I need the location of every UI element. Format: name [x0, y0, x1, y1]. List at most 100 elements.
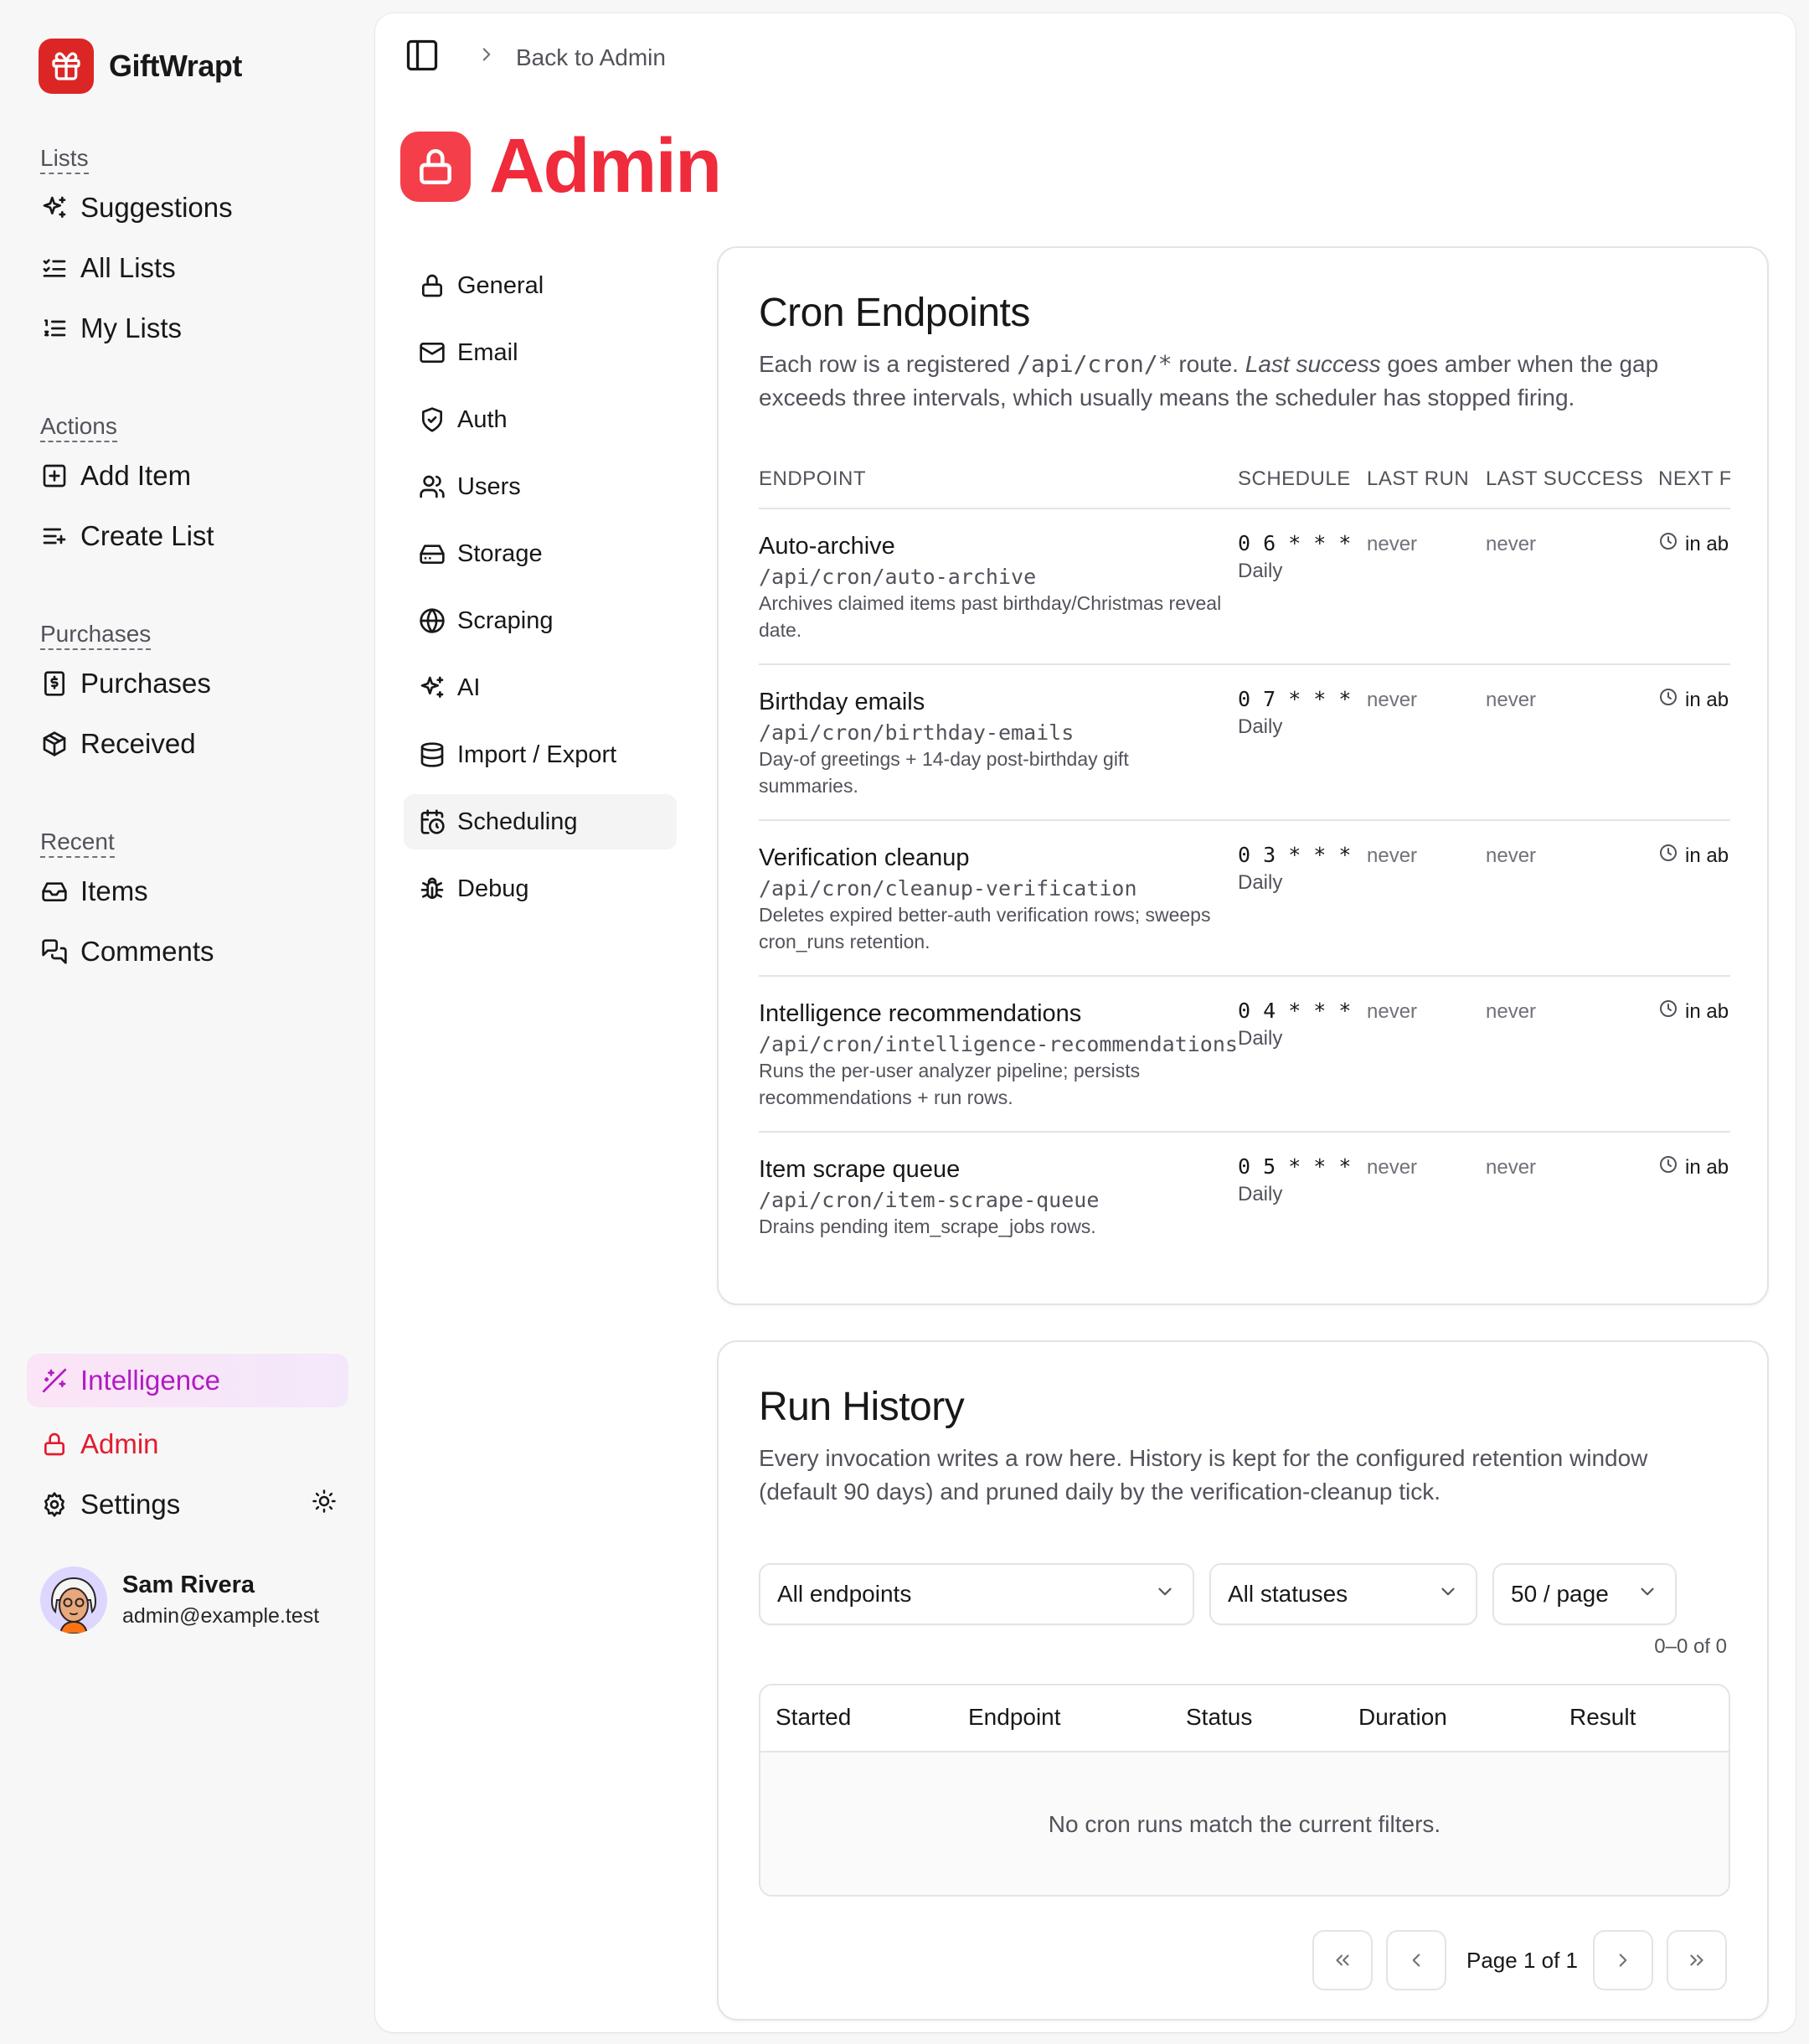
brand[interactable]: GiftWrapt: [39, 39, 242, 94]
sidebar-item-my-lists[interactable]: My Lists: [40, 298, 233, 359]
prev-page-button[interactable]: [1386, 1930, 1446, 1990]
users-icon: [420, 475, 445, 498]
col-status[interactable]: Status: [1186, 1704, 1252, 1731]
admin-nav-debug[interactable]: Debug: [404, 861, 677, 916]
nav-group-recent: Recent Items Comments: [40, 828, 214, 982]
col-next[interactable]: NEXT F: [1658, 467, 1730, 491]
lock-icon: [400, 131, 471, 202]
table-row[interactable]: Intelligence recommendations/api/cron/in…: [759, 977, 1730, 1133]
last-success: never: [1486, 689, 1537, 711]
bug-icon: [420, 877, 444, 899]
admin-nav-general[interactable]: General: [404, 258, 677, 313]
cron-schedule: 0 4 * * *: [1238, 999, 1352, 1023]
cron-table: ENDPOINT SCHEDULE LAST RUN LAST SUCCESS …: [759, 456, 1730, 1288]
page-title-text: Admin: [489, 123, 722, 209]
schedule-frequency: Daily: [1238, 715, 1283, 738]
endpoint-name: Intelligence recommendations: [759, 1000, 1082, 1027]
sidebar-toggle-icon[interactable]: [404, 37, 441, 78]
admin-nav-import-export[interactable]: Import / Export: [404, 727, 677, 782]
endpoint-description: Drains pending item_scrape_jobs rows.: [759, 1216, 1096, 1237]
admin-nav-label: Scheduling: [457, 808, 578, 835]
user-menu[interactable]: Sam Rivera admin@example.test: [40, 1567, 319, 1634]
admin-nav-scheduling[interactable]: Scheduling: [404, 794, 677, 849]
sidebar-item-items[interactable]: Items: [40, 861, 214, 921]
sidebar-item-label: Suggestions: [80, 192, 233, 223]
col-schedule[interactable]: SCHEDULE: [1238, 467, 1351, 491]
col-started[interactable]: Started: [776, 1704, 851, 1731]
admin-nav-label: General: [457, 271, 544, 299]
admin-nav-users[interactable]: Users: [404, 459, 677, 514]
user-email: admin@example.test: [122, 1604, 320, 1628]
endpoint-path: /api/cron/cleanup-verification: [759, 876, 1137, 901]
run-history-table: Started Endpoint Status Duration Result …: [759, 1684, 1730, 1897]
endpoint-filter-select[interactable]: All endpoints: [759, 1563, 1194, 1625]
table-row[interactable]: Verification cleanup/api/cron/cleanup-ve…: [759, 821, 1730, 977]
next-run: in ab: [1658, 999, 1729, 1025]
nav-group-purchases: Purchases Purchases Received: [40, 620, 211, 774]
sidebar-item-comments[interactable]: Comments: [40, 921, 214, 982]
list-checks-icon: [40, 254, 69, 282]
col-last-run[interactable]: LAST RUN: [1367, 467, 1469, 491]
col-last-success[interactable]: LAST SUCCESS: [1486, 467, 1643, 491]
run-history-card: Run History Every invocation writes a ro…: [717, 1340, 1769, 2021]
breadcrumb-back-link[interactable]: Back to Admin: [516, 44, 666, 71]
sidebar-item-admin[interactable]: Admin: [27, 1414, 348, 1474]
sidebar-item-intelligence[interactable]: Intelligence: [27, 1354, 348, 1407]
shield-check-icon: [422, 407, 442, 432]
clock-icon: [1658, 1154, 1685, 1180]
chevron-down-icon: [1636, 1581, 1658, 1608]
sidebar-item-settings[interactable]: Settings: [27, 1474, 348, 1535]
admin-nav-storage[interactable]: Storage: [404, 526, 677, 581]
package-open-icon: [40, 730, 69, 758]
sidebar-item-add-item[interactable]: Add Item: [40, 446, 214, 506]
next-run-text: in ab: [1685, 999, 1729, 1023]
schedule-frequency: Daily: [1238, 871, 1283, 894]
admin-nav-label: AI: [457, 674, 481, 701]
chevron-right-icon: [476, 44, 497, 71]
col-endpoint[interactable]: ENDPOINT: [759, 467, 866, 491]
next-page-button[interactable]: [1593, 1930, 1653, 1990]
sidebar-item-label: Settings: [80, 1489, 181, 1520]
cron-schedule: 0 7 * * *: [1238, 687, 1352, 711]
results-count: 0–0 of 0: [1654, 1635, 1727, 1658]
table-row[interactable]: Birthday emails/api/cron/birthday-emails…: [759, 665, 1730, 821]
page-info: Page 1 of 1: [1466, 1947, 1578, 1973]
history-card-description: Every invocation writes a row here. Hist…: [759, 1445, 1648, 1505]
sidebar-item-all-lists[interactable]: All Lists: [40, 238, 233, 298]
sidebar-bottom-nav: Intelligence Admin Settings: [27, 1354, 348, 1535]
cron-schedule: 0 6 * * *: [1238, 531, 1352, 555]
runs-table-header: Started Endpoint Status Duration Result: [760, 1685, 1729, 1752]
schedule-frequency: Daily: [1238, 1183, 1283, 1205]
page-size-select[interactable]: 50 / page: [1492, 1563, 1677, 1625]
table-row[interactable]: Item scrape queue/api/cron/item-scrape-q…: [759, 1133, 1730, 1288]
lock-icon: [422, 274, 442, 297]
col-duration[interactable]: Duration: [1358, 1704, 1447, 1731]
admin-nav-ai[interactable]: AI: [404, 660, 677, 715]
status-filter-select[interactable]: All statuses: [1209, 1563, 1477, 1625]
sidebar-item-purchases[interactable]: Purchases: [40, 653, 211, 714]
first-page-button[interactable]: [1312, 1930, 1373, 1990]
last-page-button[interactable]: [1667, 1930, 1727, 1990]
admin-nav-scraping[interactable]: Scraping: [404, 593, 677, 648]
avatar: [40, 1567, 107, 1634]
cron-card-title: Cron Endpoints: [759, 291, 1030, 335]
sidebar-item-suggestions[interactable]: Suggestions: [40, 178, 233, 238]
sidebar-item-label: All Lists: [80, 252, 176, 283]
gift-icon: [39, 39, 94, 94]
sidebar-item-create-list[interactable]: Create List: [40, 506, 214, 566]
list-ordered-icon: [40, 314, 69, 343]
chevron-left-icon: [1412, 1954, 1420, 1967]
table-row[interactable]: Auto-archive/api/cron/auto-archive Archiv…: [759, 509, 1730, 665]
endpoint-path: /api/cron/item-scrape-queue: [759, 1188, 1100, 1212]
endpoint-description: Archives claimed items past birthday/Chr…: [759, 592, 1222, 641]
main-panel: Back to Admin Admin General Email Auth U…: [375, 13, 1796, 2032]
sidebar-item-received[interactable]: Received: [40, 714, 211, 774]
app-name: GiftWrapt: [109, 49, 242, 83]
col-result[interactable]: Result: [1569, 1704, 1636, 1731]
admin-nav-email[interactable]: Email: [404, 325, 677, 380]
sun-icon[interactable]: [312, 1489, 337, 1520]
sidebar-item-label: Items: [80, 875, 148, 906]
admin-nav-auth[interactable]: Auth: [404, 392, 677, 447]
desc-text: Each row is a registered: [759, 351, 1011, 377]
col-endpoint[interactable]: Endpoint: [968, 1704, 1061, 1731]
